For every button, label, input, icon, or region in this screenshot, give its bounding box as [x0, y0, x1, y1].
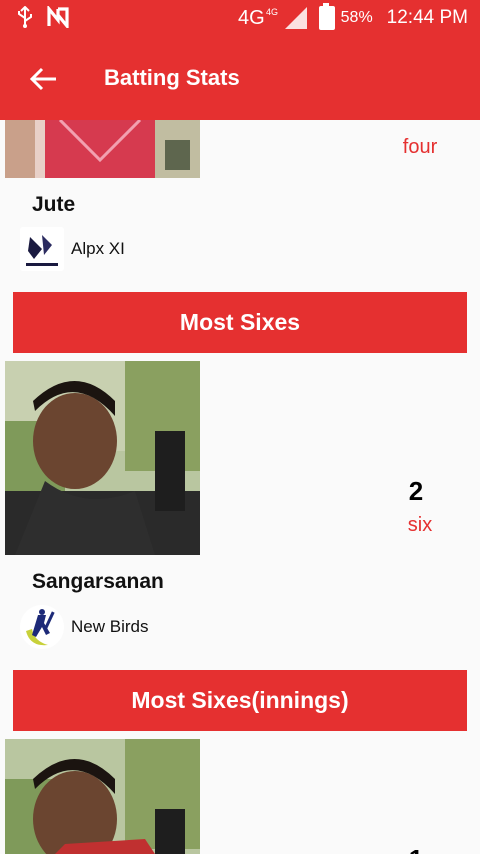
section-header-most-sixes-innings: Most Sixes(innings) [13, 670, 467, 731]
player-photo [5, 739, 200, 854]
battery-percentage: 58% [340, 9, 373, 26]
player-name[interactable]: Sangarsanan [32, 570, 164, 594]
stat-value: 1 [356, 844, 476, 854]
team-name: New Birds [71, 617, 149, 636]
status-bar: 4G 4G 58% 12:44 PM [0, 0, 480, 37]
app-bar: Batting Stats [0, 37, 480, 120]
player-photo [5, 120, 200, 178]
stat-unit: four [402, 136, 438, 158]
section-header-most-sixes: Most Sixes [13, 292, 467, 353]
team-logo [20, 605, 64, 649]
stat-unit: six [407, 514, 433, 536]
team-name: Alpx XI [71, 239, 125, 258]
player-name[interactable]: Jute [32, 193, 75, 217]
network-type: 4G 4G [237, 6, 278, 29]
team-logo [20, 227, 64, 271]
stats-list[interactable]: four Jute Alpx XI Most Sixes 2 six Sanga… [0, 120, 480, 854]
clock: 12:44 PM [386, 7, 468, 28]
battery-icon [318, 3, 335, 30]
page-title: Batting Stats [104, 65, 240, 90]
signal-icon [284, 7, 307, 29]
stat-value: 2 [408, 476, 424, 506]
usb-icon [18, 6, 32, 28]
player-photo [5, 361, 200, 555]
nfc-icon [47, 6, 69, 28]
back-arrow-icon[interactable] [26, 61, 62, 97]
